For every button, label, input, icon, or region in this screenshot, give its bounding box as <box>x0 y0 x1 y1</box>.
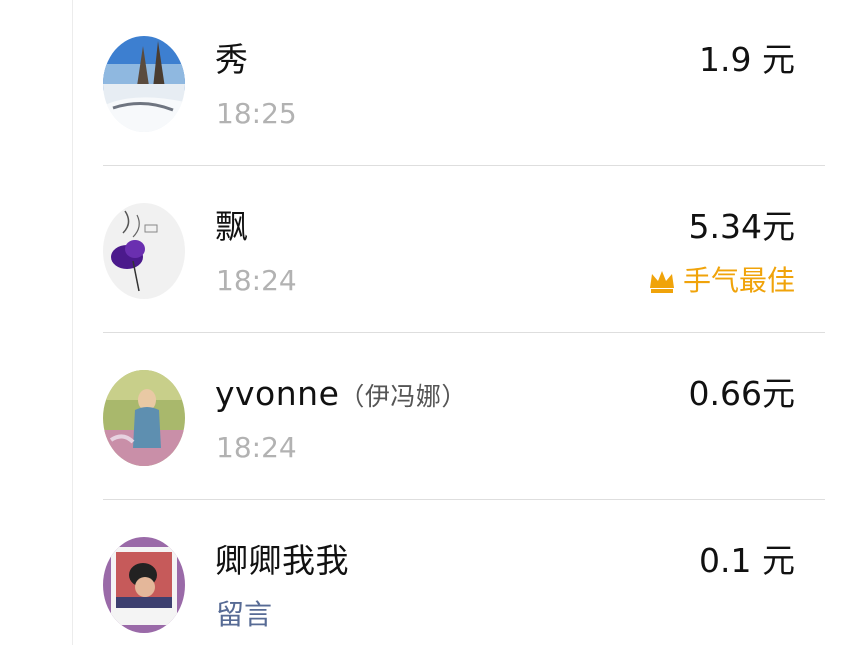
red-packet-record-list: 秀 18:25 1.9 元 飘 18:24 5.34元 手气最佳 yvonne（… <box>72 0 825 645</box>
sender-name: 飘 <box>215 207 249 246</box>
receive-time: 18:24 <box>216 264 297 297</box>
avatar[interactable] <box>103 537 185 633</box>
amount: 0.66元 <box>688 374 795 413</box>
divider <box>103 332 825 333</box>
sender-name: 卿卿我我 <box>215 541 349 580</box>
sender-name: 秀 <box>215 40 249 79</box>
list-item[interactable]: 飘 18:24 5.34元 手气最佳 <box>103 167 825 333</box>
avatar[interactable] <box>103 36 185 132</box>
amount: 0.1 元 <box>699 541 795 580</box>
amount: 1.9 元 <box>699 40 795 79</box>
list-item[interactable]: 卿卿我我 留言 0.1 元 <box>103 501 825 667</box>
divider <box>103 165 825 166</box>
avatar[interactable] <box>103 370 185 466</box>
divider <box>103 499 825 500</box>
amount: 5.34元 <box>688 207 795 246</box>
avatar[interactable] <box>103 203 185 299</box>
best-luck-badge: 手气最佳 <box>647 263 795 299</box>
crown-icon <box>649 271 674 293</box>
sender-nickname: （伊冯娜） <box>339 382 467 411</box>
receive-time: 18:25 <box>216 97 297 130</box>
list-item[interactable]: 秀 18:25 1.9 元 <box>103 0 825 166</box>
sender-name: yvonne（伊冯娜） <box>215 374 467 413</box>
list-item[interactable]: yvonne（伊冯娜） 18:24 0.66元 <box>103 334 825 500</box>
leave-message-link[interactable]: 留言 <box>216 597 272 633</box>
receive-time: 18:24 <box>216 431 297 464</box>
